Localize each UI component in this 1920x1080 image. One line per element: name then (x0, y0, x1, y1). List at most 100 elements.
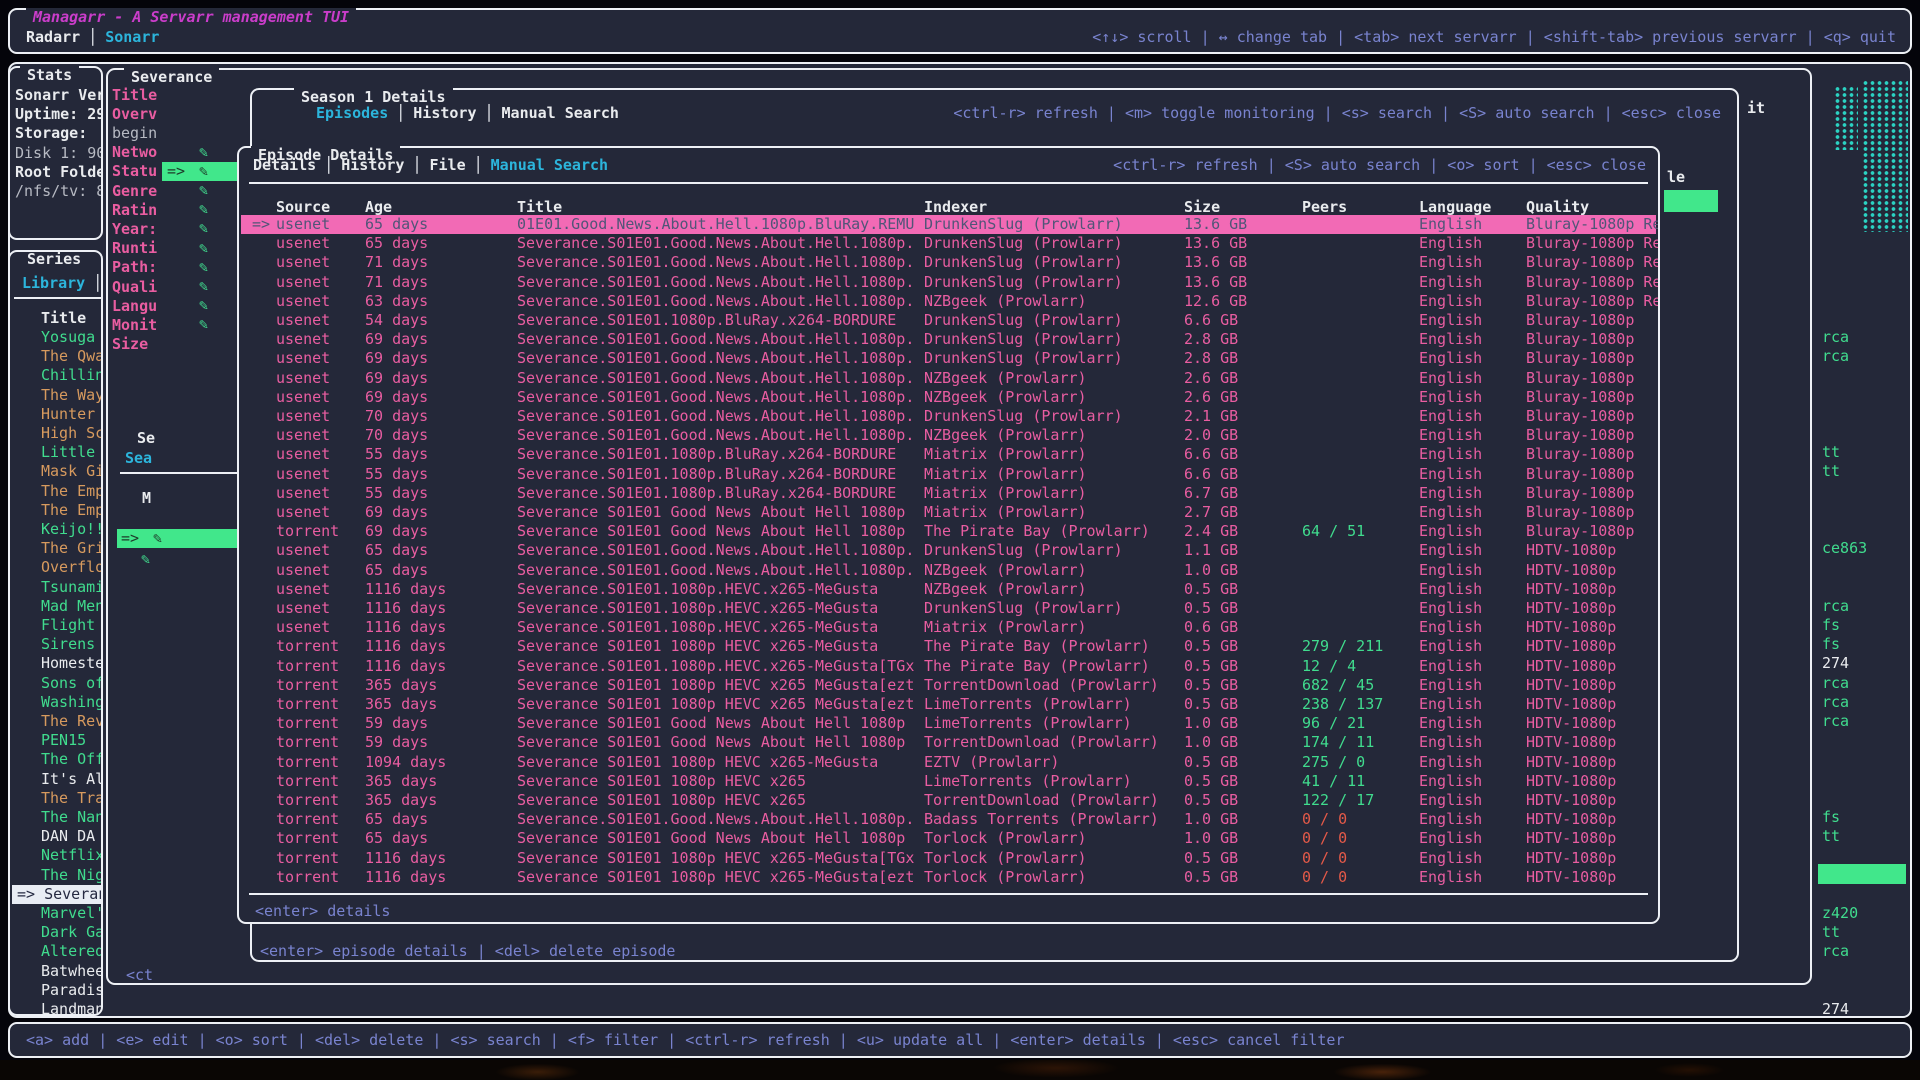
release-row[interactable]: torrent59 daysSeverance S01E01 Good News… (241, 733, 1656, 752)
series-item[interactable]: Chillin (12, 366, 101, 385)
series-item[interactable]: The Nig (12, 866, 101, 885)
tab-servarr-sonarr[interactable]: Sonarr (105, 28, 159, 46)
release-row[interactable]: torrent365 daysSeverance S01E01 1080p HE… (241, 695, 1656, 714)
tab-episode-history[interactable]: History (341, 156, 404, 174)
series-item[interactable]: Washing (12, 693, 101, 712)
series-item[interactable]: DAN DA (12, 827, 101, 846)
release-row[interactable]: torrent65 daysSeverance S01E01 Good News… (241, 829, 1656, 848)
release-row[interactable]: torrent365 daysSeverance S01E01 1080p HE… (241, 772, 1656, 791)
series-item[interactable]: The Way (12, 386, 101, 405)
series-item[interactable]: High Sc (12, 424, 101, 443)
tab-episode-file[interactable]: File (430, 156, 466, 174)
release-row[interactable]: usenet69 daysSeverance.S01E01.Good.News.… (241, 349, 1656, 368)
release-row[interactable]: usenet63 daysSeverance.S01E01.Good.News.… (241, 292, 1656, 311)
series-item[interactable]: Little (12, 443, 101, 462)
series-item[interactable]: The Emp (12, 482, 101, 501)
release-row[interactable]: torrent59 daysSeverance S01E01 Good News… (241, 714, 1656, 733)
release-row[interactable]: usenet55 daysSeverance.S01E01.1080p.BluR… (241, 465, 1656, 484)
tab-season-history[interactable]: History (413, 104, 476, 122)
series-item[interactable]: PEN15 (12, 731, 101, 750)
release-size: 6.6 GB (1184, 465, 1238, 484)
release-row[interactable]: torrent65 daysSeverance.S01E01.Good.News… (241, 810, 1656, 829)
release-row[interactable]: usenet65 daysSeverance.S01E01.Good.News.… (241, 561, 1656, 580)
release-size: 0.5 GB (1184, 580, 1238, 599)
release-row[interactable]: usenet70 daysSeverance.S01E01.Good.News.… (241, 407, 1656, 426)
seasons-panel-tab-fragment[interactable]: Sea (125, 449, 152, 468)
tab-episode-manual-search[interactable]: Manual Search (491, 156, 608, 174)
release-row[interactable]: usenet1116 daysSeverance.S01E01.1080p.HE… (241, 580, 1656, 599)
release-row[interactable]: =>usenet65 days01E01.Good.News.About.Hel… (241, 215, 1656, 234)
release-row[interactable]: usenet55 daysSeverance.S01E01.1080p.BluR… (241, 445, 1656, 464)
release-row[interactable]: torrent365 daysSeverance S01E01 1080p HE… (241, 791, 1656, 810)
release-row[interactable]: usenet69 daysSeverance.S01E01.Good.News.… (241, 369, 1656, 388)
release-row[interactable]: usenet55 daysSeverance.S01E01.1080p.BluR… (241, 484, 1656, 503)
pencil-icon[interactable]: ✎ (199, 315, 208, 334)
series-item[interactable]: Dark Ga (12, 923, 101, 942)
series-item[interactable]: Mad Men (12, 597, 101, 616)
series-item[interactable]: Altered (12, 942, 101, 961)
release-row[interactable]: usenet1116 daysSeverance.S01E01.1080p.HE… (241, 618, 1656, 637)
series-item[interactable]: => Severan (12, 885, 101, 904)
seasons-selected-row-fragment[interactable]: =>✎ (117, 529, 238, 548)
release-row[interactable]: usenet71 daysSeverance.S01E01.Good.News.… (241, 253, 1656, 272)
release-row[interactable]: usenet65 daysSeverance.S01E01.Good.News.… (241, 234, 1656, 253)
series-item[interactable]: Landman (12, 1000, 101, 1016)
series-item[interactable]: Sons of (12, 674, 101, 693)
pencil-icon[interactable]: ✎ (199, 258, 208, 277)
release-row[interactable]: torrent1116 daysSeverance S01E01 1080p H… (241, 868, 1656, 887)
release-row[interactable]: usenet65 daysSeverance.S01E01.Good.News.… (241, 541, 1656, 560)
series-item[interactable]: The Qwa (12, 347, 101, 366)
series-item[interactable]: Netflix (12, 846, 101, 865)
release-row[interactable]: usenet69 daysSeverance.S01E01.Good.News.… (241, 330, 1656, 349)
tab-season-episodes[interactable]: Episodes (316, 104, 388, 122)
release-row[interactable]: usenet71 daysSeverance.S01E01.Good.News.… (241, 273, 1656, 292)
series-item[interactable]: It's Al (12, 770, 101, 789)
series-item[interactable]: Paradis (12, 981, 101, 1000)
series-item[interactable]: Overflo (12, 558, 101, 577)
seasons-selected-row[interactable]: =>✎ (162, 162, 238, 181)
release-row[interactable]: torrent69 daysSeverance S01E01 Good News… (241, 522, 1656, 541)
series-item[interactable]: Marvel' (12, 904, 101, 923)
release-row[interactable]: torrent365 daysSeverance S01E01 1080p HE… (241, 676, 1656, 695)
series-item[interactable]: Hunter (12, 405, 101, 424)
release-row[interactable]: usenet54 daysSeverance.S01E01.1080p.BluR… (241, 311, 1656, 330)
series-item[interactable]: Mask Gi (12, 462, 101, 481)
release-quality: HDTV-1080p (1526, 849, 1658, 868)
tab-library[interactable]: Library│ (22, 274, 103, 293)
series-item[interactable]: The Tra (12, 789, 101, 808)
pencil-icon[interactable]: ✎ (199, 200, 208, 219)
series-item[interactable]: Keijo!! (12, 520, 101, 539)
series-item[interactable]: Flight (12, 616, 101, 635)
release-row[interactable]: usenet69 daysSeverance.S01E01.Good.News.… (241, 388, 1656, 407)
series-item[interactable]: Sirens (12, 635, 101, 654)
series-item[interactable]: The Gri (12, 539, 101, 558)
tab-servarr-radarr[interactable]: Radarr (26, 28, 80, 46)
pencil-icon[interactable]: ✎ (199, 143, 208, 162)
release-row[interactable]: torrent1116 daysSeverance.S01E01.1080p.H… (241, 657, 1656, 676)
tab-season-manual-search[interactable]: Manual Search (502, 104, 619, 122)
pencil-icon[interactable]: ✎ (199, 277, 208, 296)
series-item[interactable]: Tsunami (12, 578, 101, 597)
series-item[interactable]: The Off (12, 750, 101, 769)
series-item[interactable]: The Nan (12, 808, 101, 827)
release-source: torrent (276, 695, 339, 714)
series-item[interactable]: The Rev (12, 712, 101, 731)
release-row[interactable]: torrent1116 daysSeverance S01E01 1080p H… (241, 637, 1656, 656)
series-item[interactable]: Yosuga (12, 328, 101, 347)
season-footer-keybinds: <enter> episode details | <del> delete e… (260, 942, 675, 961)
series-item[interactable]: Homeste (12, 654, 101, 673)
pencil-icon[interactable]: ✎ (199, 296, 208, 315)
release-row[interactable]: usenet1116 daysSeverance.S01E01.1080p.HE… (241, 599, 1656, 618)
pencil-icon[interactable]: ✎ (199, 239, 208, 258)
release-row[interactable]: torrent1116 daysSeverance S01E01 1080p H… (241, 849, 1656, 868)
pencil-icon[interactable]: ✎ (199, 219, 208, 238)
series-item[interactable]: Batwhee (12, 962, 101, 981)
release-row[interactable]: usenet69 daysSeverance S01E01 Good News … (241, 503, 1656, 522)
tab-episode-details[interactable]: Details (253, 156, 316, 174)
release-language: English (1419, 234, 1482, 253)
release-row[interactable]: usenet70 daysSeverance.S01E01.Good.News.… (241, 426, 1656, 445)
pencil-icon[interactable]: ✎ (141, 550, 150, 569)
series-item[interactable]: The Emp (12, 501, 101, 520)
pencil-icon[interactable]: ✎ (199, 181, 208, 200)
release-row[interactable]: torrent1094 daysSeverance S01E01 1080p H… (241, 753, 1656, 772)
